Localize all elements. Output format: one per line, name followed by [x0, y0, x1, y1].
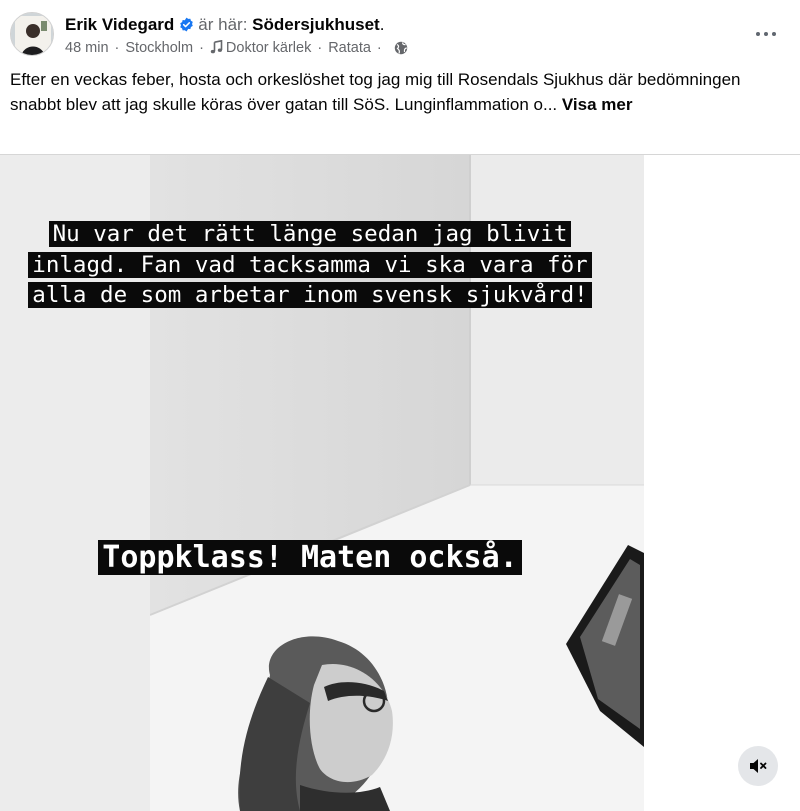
- checkin-place-link[interactable]: Södersjukhuset: [252, 15, 380, 34]
- story-caption: Nu var det rätt länge sedan jag blivit i…: [0, 219, 620, 311]
- post-meta: 48 min · Stockholm · Doktor kärlek · Ratata ·: [65, 39, 408, 60]
- author-line: Erik Videgard är här: Södersjukhuset.: [65, 14, 384, 38]
- meta-separator: ·: [376, 40, 382, 56]
- meta-separator: ·: [317, 40, 323, 56]
- checkin-prefix: är här:: [198, 15, 248, 34]
- place-period: .: [379, 15, 385, 34]
- globe-icon[interactable]: [394, 41, 408, 60]
- post-header: Erik Videgard är här: Södersjukhuset. 48 …: [0, 0, 800, 72]
- story-caption-secondary-text: Toppklass! Maten också.: [98, 540, 522, 575]
- meta-separator: ·: [199, 40, 204, 56]
- post-body: Efter en veckas feber, hosta och orkeslö…: [10, 67, 770, 117]
- see-more-link[interactable]: Visa mer: [562, 95, 633, 114]
- post-time[interactable]: 48 min: [65, 40, 109, 56]
- story-caption-secondary: Toppklass! Maten också.: [0, 537, 620, 578]
- more-dots-icon[interactable]: [742, 22, 790, 46]
- meta-separator: ·: [114, 40, 120, 56]
- verified-badge-icon: [179, 16, 194, 38]
- mute-toggle-button[interactable]: [738, 746, 778, 786]
- music-note-icon: [210, 39, 223, 59]
- author-name[interactable]: Erik Videgard: [65, 15, 174, 34]
- post-location[interactable]: Stockholm: [125, 40, 193, 56]
- author-avatar[interactable]: [10, 12, 54, 56]
- post-image[interactable]: Nu var det rätt länge sedan jag blivit i…: [0, 154, 800, 811]
- speaker-muted-icon: [750, 759, 767, 773]
- song-title-link[interactable]: Doktor kärlek: [226, 40, 311, 56]
- story-caption-text: Nu var det rätt länge sedan jag blivit i…: [28, 221, 592, 308]
- song-artist-link[interactable]: Ratata: [328, 40, 371, 56]
- avatar-image: [11, 13, 53, 55]
